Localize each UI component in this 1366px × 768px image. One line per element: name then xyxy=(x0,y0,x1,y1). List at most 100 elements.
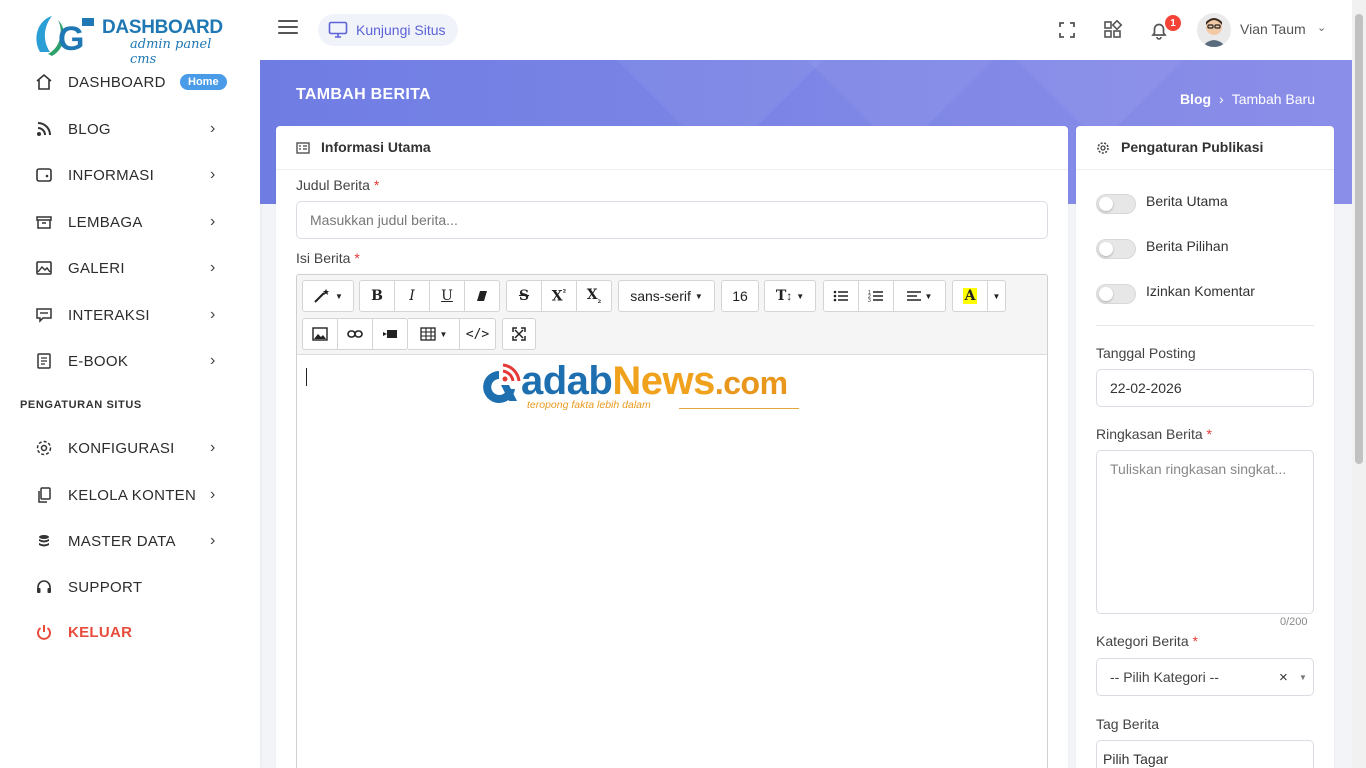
subscript-button[interactable]: X₂ xyxy=(577,280,612,312)
svg-text:G: G xyxy=(58,20,84,58)
divider xyxy=(1096,325,1314,326)
ringkasan-textarea[interactable]: Tuliskan ringkasan singkat... xyxy=(1096,450,1314,614)
toggle-label: Berita Pilihan xyxy=(1146,238,1229,254)
kategori-selected-value: -- Pilih Kategori -- xyxy=(1110,669,1219,685)
sidebar-item-label: LEMBAGA xyxy=(68,213,143,231)
chevron-right-icon: › xyxy=(210,439,216,456)
apps-grid-icon[interactable] xyxy=(1103,20,1123,40)
nav-section-title: PENGATURAN SITUS xyxy=(20,399,142,411)
chevron-right-icon: › xyxy=(210,486,216,503)
rich-text-editor[interactable]: ▼ B I U S X² X₂ sans-serif ▼ 16 T ↕ ▼ 123 ▼ xyxy=(296,274,1048,768)
table-icon xyxy=(419,327,436,341)
sidebar-item-konfigurasi[interactable]: KONFIGURASI › xyxy=(0,428,260,468)
tag-label: Tag Berita xyxy=(1096,716,1160,732)
fullscreen-icon[interactable] xyxy=(1057,20,1077,40)
breadcrumb: Blog › Tambah Baru xyxy=(1180,91,1315,107)
main-info-card: Informasi Utama Judul Berita * Masukkan … xyxy=(276,126,1068,768)
insert-link-icon[interactable] xyxy=(338,318,373,350)
ordered-list-icon[interactable]: 123 xyxy=(859,280,894,312)
insert-image-icon[interactable] xyxy=(302,318,338,350)
kategori-select[interactable]: -- Pilih Kategori -- × ▼ xyxy=(1096,658,1314,696)
tag-input[interactable]: Pilih Tagar xyxy=(1096,740,1314,768)
align-button[interactable]: ▼ xyxy=(894,280,946,312)
headphones-icon xyxy=(34,577,54,597)
unordered-list-icon[interactable] xyxy=(823,280,859,312)
toggle-berita-pilihan[interactable] xyxy=(1096,239,1136,259)
notification-button[interactable]: 1 xyxy=(1149,15,1181,40)
style-button[interactable]: ▼ xyxy=(302,280,354,312)
toggle-berita-utama[interactable] xyxy=(1096,194,1136,214)
sidebar-item-blog[interactable]: BLOG › xyxy=(0,109,260,149)
chevron-down-icon[interactable]: ⌄ xyxy=(1317,21,1326,34)
visit-site-button[interactable]: Kunjungi Situs xyxy=(318,14,458,46)
tanggal-input[interactable]: 22-02-2026 xyxy=(1096,369,1314,407)
text-cursor xyxy=(306,368,307,386)
editor-toolbar: ▼ B I U S X² X₂ sans-serif ▼ 16 T ↕ ▼ 123 ▼ xyxy=(297,275,1047,355)
underline-button[interactable]: U xyxy=(430,280,465,312)
eraser-icon[interactable] xyxy=(465,280,500,312)
brand-name: adabNews.com xyxy=(521,359,788,403)
sidebar-item-master-data[interactable]: MASTER DATA › xyxy=(0,521,260,561)
toggle-label: Berita Utama xyxy=(1146,193,1228,209)
sidebar-item-label: KONFIGURASI xyxy=(68,439,175,457)
brand-underline xyxy=(679,408,799,409)
clear-selection-icon[interactable]: × xyxy=(1279,669,1288,686)
insert-video-icon[interactable] xyxy=(373,318,408,350)
code-view-icon[interactable]: </> xyxy=(460,318,496,350)
sidebar-item-lembaga[interactable]: LEMBAGA › xyxy=(0,202,260,242)
home-badge: Home xyxy=(180,74,227,90)
rss-icon xyxy=(34,119,54,139)
editor-brand-image: adabNews.com teropong fakta lebih dalam xyxy=(479,359,879,419)
fullscreen-editor-icon[interactable] xyxy=(502,318,536,350)
card-title: Informasi Utama xyxy=(321,139,431,155)
sidebar-item-keluar[interactable]: KELUAR xyxy=(0,612,260,652)
gear-icon xyxy=(1097,142,1109,154)
sidebar-item-label: BLOG xyxy=(68,120,111,138)
avatar[interactable] xyxy=(1197,13,1231,47)
power-icon xyxy=(34,622,54,642)
page-scrollbar-thumb[interactable] xyxy=(1355,14,1363,464)
sidebar-item-dashboard[interactable]: DASHBOARD Home xyxy=(0,62,260,102)
sidebar-item-kelola-konten[interactable]: KELOLA KONTEN › xyxy=(0,475,260,515)
sidebar-item-informasi[interactable]: INFORMASI › xyxy=(0,155,260,195)
italic-button[interactable]: I xyxy=(395,280,430,312)
database-icon xyxy=(34,531,54,551)
sidebar-item-label: E-BOOK xyxy=(68,352,129,370)
align-left-icon xyxy=(906,291,921,301)
chevron-right-icon: › xyxy=(1219,91,1224,107)
text-color-dropdown[interactable]: ▼ xyxy=(988,280,1006,312)
logo[interactable]: G DASHBOARD admin panel cms xyxy=(30,8,230,67)
sidebar-item-support[interactable]: SUPPORT xyxy=(0,567,260,607)
chevron-right-icon: › xyxy=(210,532,216,549)
text-color-button[interactable]: A xyxy=(952,280,988,312)
user-name[interactable]: Vian Taum xyxy=(1240,21,1306,37)
kategori-label: Kategori Berita * xyxy=(1096,633,1198,649)
inbox-icon xyxy=(34,212,54,232)
sidebar-item-galeri[interactable]: GALERI › xyxy=(0,248,260,288)
sidebar-item-interaksi[interactable]: INTERAKSI › xyxy=(0,295,260,335)
brand-tagline: teropong fakta lebih dalam xyxy=(527,399,651,411)
toggle-label: Izinkan Komentar xyxy=(1146,283,1255,299)
font-family-select[interactable]: sans-serif ▼ xyxy=(618,280,715,312)
bold-button[interactable]: B xyxy=(359,280,395,312)
sidebar: G DASHBOARD admin panel cms DASHBOARD Ho… xyxy=(0,0,260,768)
sidebar-item-label: INTERAKSI xyxy=(68,306,150,324)
wallet-icon xyxy=(34,165,54,185)
font-size-input[interactable]: 16 xyxy=(721,280,759,312)
toggle-izinkan-komentar[interactable] xyxy=(1096,284,1136,304)
svg-text:3: 3 xyxy=(868,298,871,303)
strikethrough-button[interactable]: S xyxy=(506,280,542,312)
breadcrumb-current: Tambah Baru xyxy=(1231,91,1315,107)
superscript-button[interactable]: X² xyxy=(542,280,577,312)
sidebar-item-label: KELUAR xyxy=(68,623,133,641)
isi-label: Isi Berita * xyxy=(296,250,360,266)
sidebar-item-ebook[interactable]: E-BOOK › xyxy=(0,341,260,381)
text-height-button[interactable]: T ↕ ▼ xyxy=(764,280,816,312)
judul-input[interactable]: Masukkan judul berita... xyxy=(296,201,1048,239)
breadcrumb-link-blog[interactable]: Blog xyxy=(1180,91,1211,107)
hamburger-menu-icon[interactable] xyxy=(278,20,298,36)
insert-table-button[interactable]: ▼ xyxy=(408,318,460,350)
magic-wand-icon xyxy=(314,289,330,303)
judul-label: Judul Berita * xyxy=(296,177,380,193)
copy-icon xyxy=(34,485,54,505)
